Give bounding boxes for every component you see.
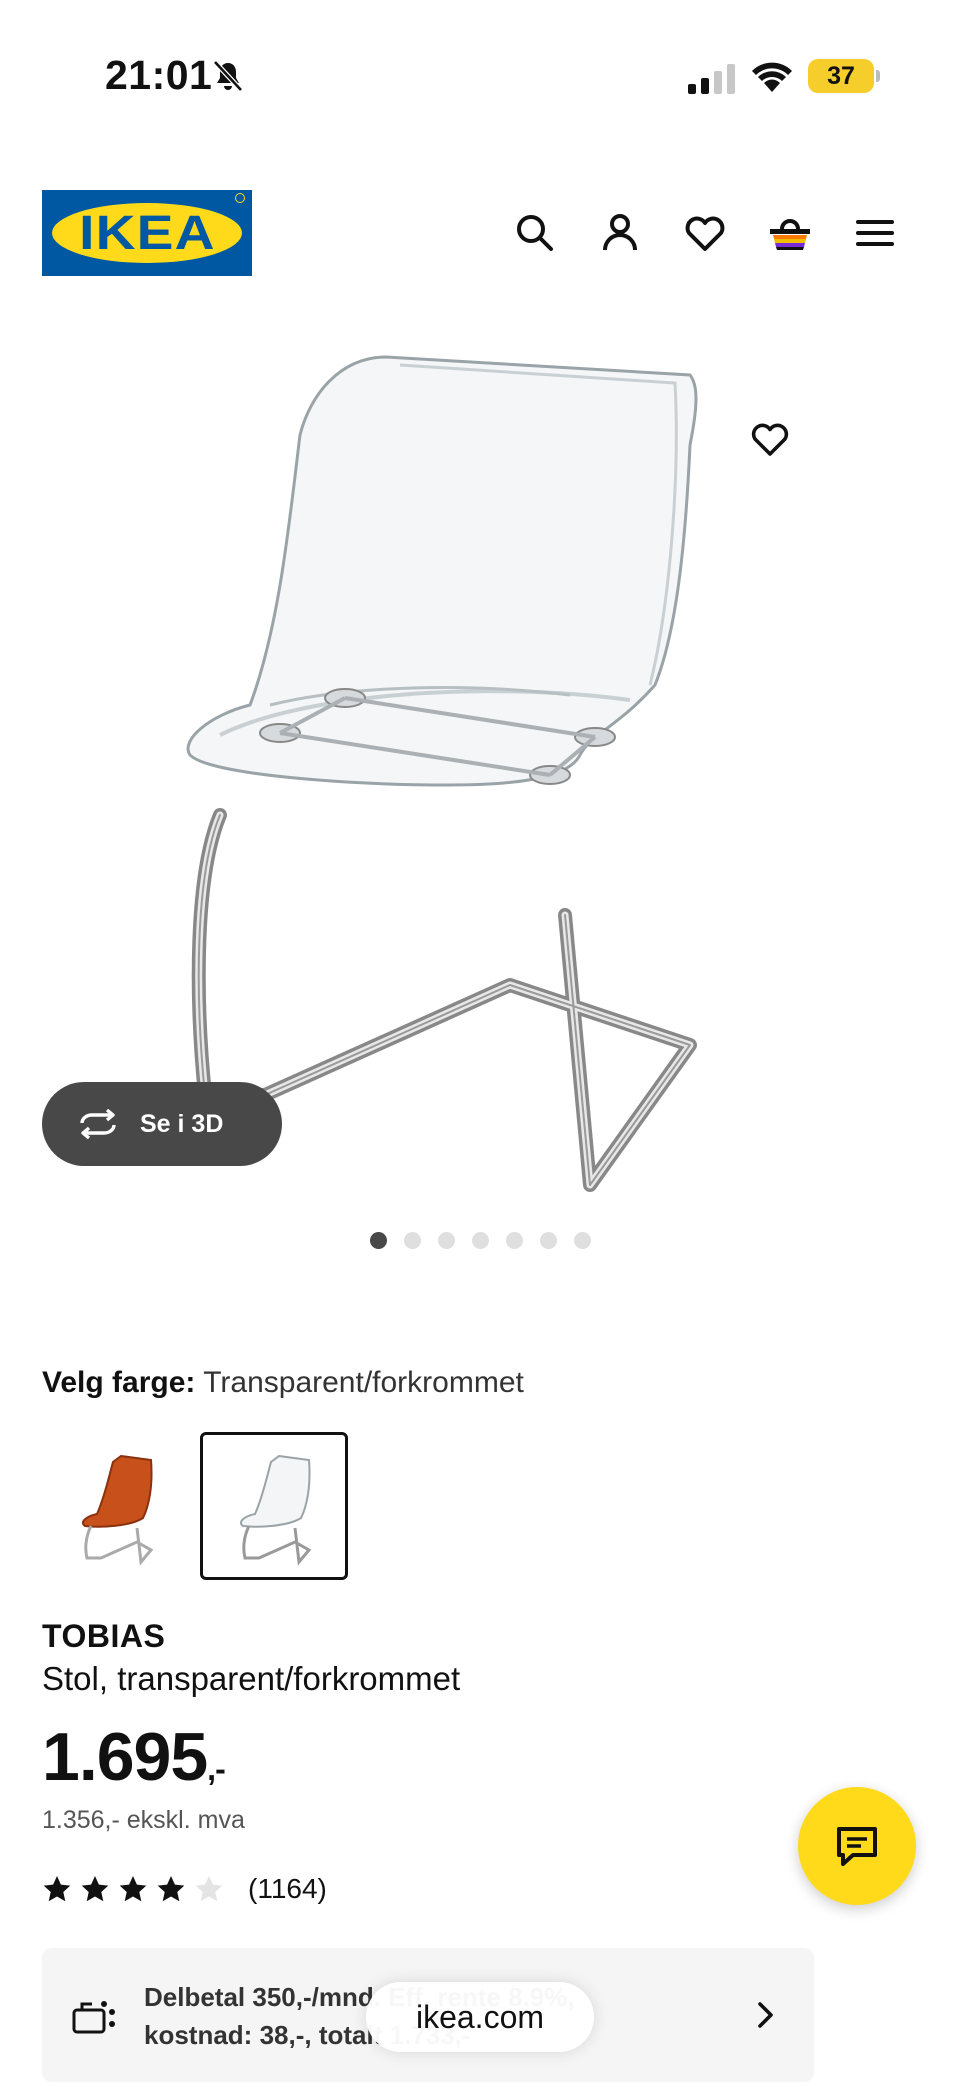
product-description: Stol, transparent/forkrommet bbox=[42, 1660, 461, 1697]
heart-icon bbox=[751, 423, 789, 456]
status-time: 21:01 bbox=[105, 52, 213, 98]
see-in-3d-label: Se i 3D bbox=[140, 1109, 224, 1138]
star-filled-icon bbox=[119, 1876, 147, 1902]
star-filled-icon bbox=[157, 1876, 185, 1902]
chevron-right-icon bbox=[758, 2002, 773, 2028]
add-to-favourites-button[interactable] bbox=[748, 417, 792, 461]
search-icon bbox=[517, 215, 553, 251]
color-option-transparent[interactable] bbox=[200, 1432, 348, 1580]
product-name: TOBIAS bbox=[42, 1618, 166, 1654]
search-button[interactable] bbox=[512, 210, 558, 256]
gallery-dot[interactable] bbox=[369, 1232, 387, 1249]
gallery-dot[interactable] bbox=[437, 1232, 455, 1249]
gallery-pagination bbox=[0, 1232, 960, 1252]
gallery-dot[interactable] bbox=[471, 1232, 489, 1249]
star-empty-icon bbox=[195, 1876, 223, 1902]
color-label-title: Velg farge: bbox=[42, 1366, 196, 1399]
hamburger-menu-icon bbox=[856, 220, 894, 246]
price-excluding-vat: 1.356,- ekskl. mva bbox=[42, 1806, 245, 1834]
cellular-signal-icon bbox=[688, 64, 735, 94]
product-gallery[interactable]: Se i 3D bbox=[0, 330, 960, 1230]
logo-text: IKEA bbox=[78, 206, 216, 260]
shopping-bag-icon bbox=[770, 219, 810, 250]
chair-thumbnail-orange bbox=[81, 1454, 154, 1566]
chat-bubble-icon bbox=[837, 1827, 877, 1866]
star-filled-icon bbox=[81, 1876, 109, 1902]
chair-thumbnail-transparent bbox=[239, 1454, 312, 1566]
star-filled-icon bbox=[43, 1876, 71, 1902]
site-header: IKEA bbox=[0, 180, 960, 290]
cart-button[interactable] bbox=[767, 210, 813, 256]
chat-button[interactable] bbox=[798, 1787, 916, 1905]
color-selector-label: Velg farge: Transparent/forkrommet bbox=[42, 1366, 524, 1400]
battery-indicator: 37 bbox=[808, 59, 880, 93]
user-icon bbox=[603, 214, 637, 251]
selected-color-value: Transparent/forkrommet bbox=[203, 1366, 524, 1399]
gallery-dot[interactable] bbox=[539, 1232, 557, 1249]
product-image[interactable] bbox=[150, 355, 720, 1195]
color-option-orange[interactable] bbox=[42, 1432, 190, 1580]
bell-muted-icon bbox=[213, 60, 243, 92]
wifi-icon bbox=[752, 62, 792, 92]
gallery-dot[interactable] bbox=[573, 1232, 591, 1249]
menu-button[interactable] bbox=[852, 210, 898, 256]
rotate-3d-icon bbox=[80, 1109, 116, 1139]
price-suffix: ,- bbox=[207, 1751, 226, 1787]
browser-url-bar[interactable]: ikea.com bbox=[366, 1982, 594, 2052]
review-count[interactable]: (1164) bbox=[248, 1873, 327, 1905]
gallery-dot[interactable] bbox=[403, 1232, 421, 1249]
status-bar: 21:01 37 bbox=[0, 0, 960, 120]
favourites-button[interactable] bbox=[682, 210, 728, 256]
product-rating[interactable]: (1164) bbox=[42, 1872, 327, 1906]
price-main: 1.695 bbox=[42, 1719, 208, 1795]
gallery-dot[interactable] bbox=[505, 1232, 523, 1249]
account-button[interactable] bbox=[597, 210, 643, 256]
see-in-3d-button[interactable]: Se i 3D bbox=[42, 1082, 282, 1166]
ikea-logo[interactable]: IKEA bbox=[42, 190, 252, 276]
heart-icon bbox=[685, 216, 725, 251]
payment-calculator-icon bbox=[72, 2001, 115, 2034]
product-price: 1.695,- bbox=[42, 1718, 226, 1796]
